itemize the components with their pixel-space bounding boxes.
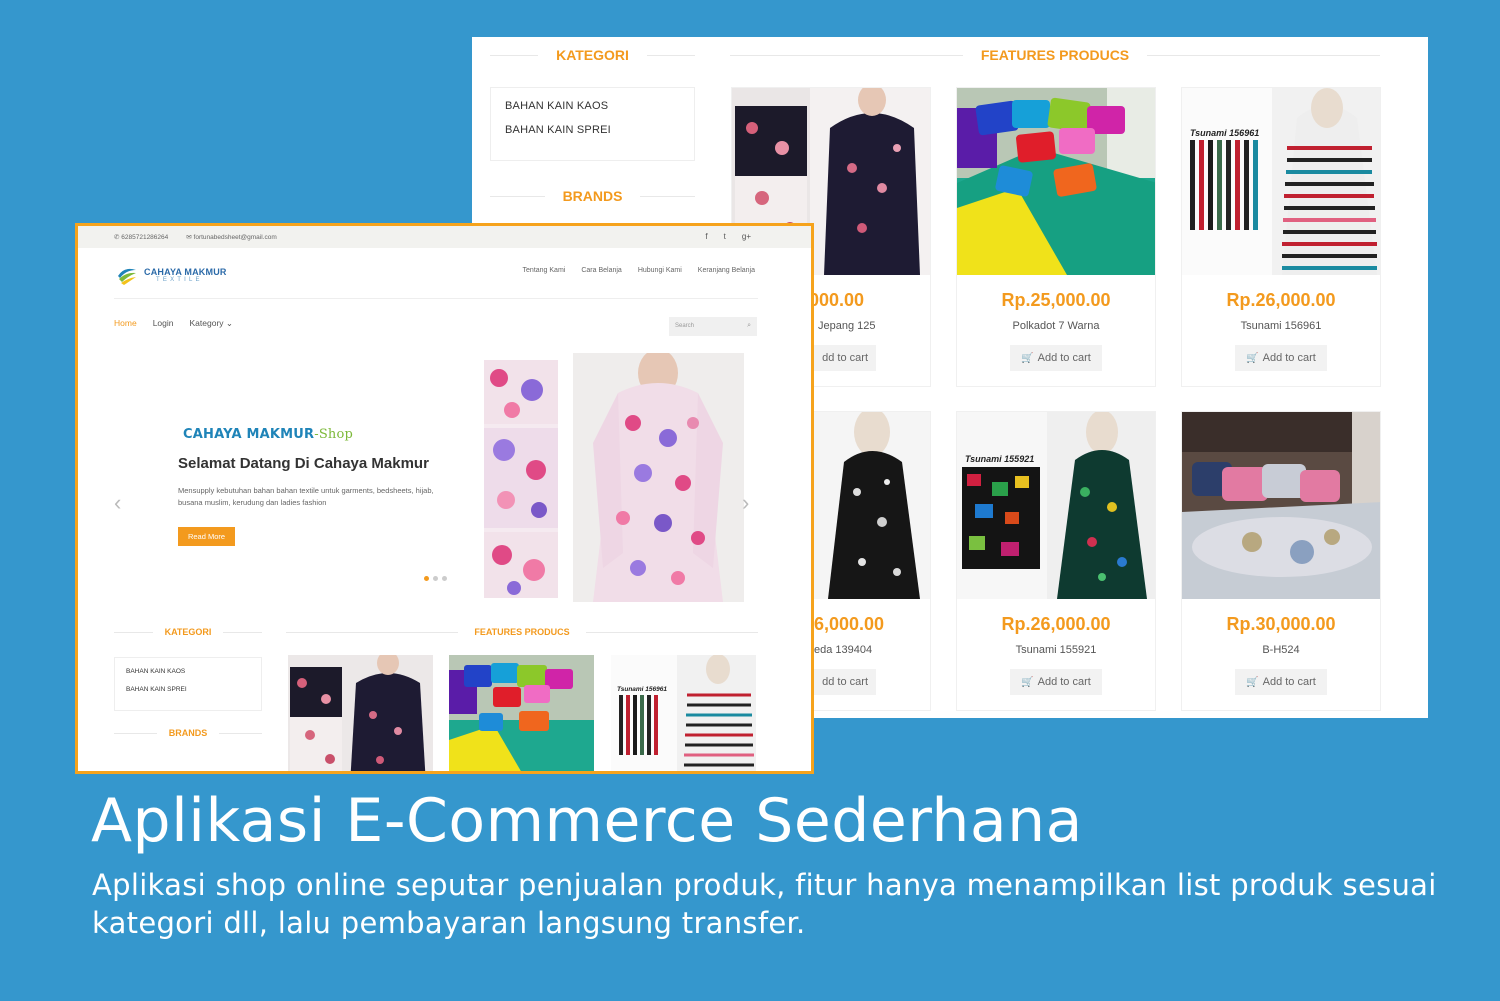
kategori-item[interactable]: BAHAN KAIN SPREI [505,124,680,136]
top-links: Tentang Kami Cara Belanja Hubungi Kami K… [523,267,755,274]
product-name: Polkadot 7 Warna [1012,320,1100,332]
search-icon[interactable]: ⌕ [747,322,751,330]
kategori-list: BAHAN KAIN KAOS BAHAN KAIN SPREI [490,87,695,161]
caption-subtitle: Aplikasi shop online seputar penjualan p… [92,868,1437,940]
top-bar: ✆ 6285721286264 ✉ fortunabedsheet@gmail.… [78,226,811,248]
product-image[interactable] [957,88,1155,275]
kategori-heading: KATEGORI [490,47,696,63]
nav-home[interactable]: Home [114,318,137,329]
phone-info: ✆ 6285721286264 [114,234,169,241]
email-info: ✉ fortunabedsheet@gmail.com [186,234,277,241]
product-price: Rp.25,000.00 [1001,290,1111,310]
add-to-cart-button[interactable]: 🛒 Add to cart [1010,669,1102,695]
product-name: Tsunami 156961 [1240,320,1322,332]
product-thumbnail[interactable]: Tsunami 156961 [611,655,756,771]
carousel-dot[interactable] [424,576,429,581]
logo-icon [116,264,138,286]
hero-fabric-image [484,360,558,603]
kategori-item[interactable]: BAHAN KAIN KAOS [505,100,680,112]
hero-description: Mensupply kebutuhan bahan bahan textile … [178,486,434,507]
hero-title: Selamat Datang Di Cahaya Makmur [178,455,429,472]
kategori-list: BAHAN KAIN KAOS BAHAN KAIN SPREI [114,657,262,711]
carousel-dot[interactable] [442,576,447,581]
product-label: Tsunami 156961 [1190,128,1259,138]
cart-icon: 🛒 [1021,353,1034,364]
brands-heading: BRANDS [490,188,696,204]
hero-brand: CAHAYA MAKMUR-Shop [183,427,354,442]
product-price: 0,000.00 [794,290,865,310]
header-divider [114,298,758,299]
product-image[interactable]: Tsunami 155921 [957,412,1155,599]
product-card[interactable]: Rp.30,000.00 B-H524 🛒 Add to cart [1181,411,1381,711]
link-hubungi-kami[interactable]: Hubungi Kami [638,267,682,274]
link-tentang-kami[interactable]: Tentang Kami [523,267,566,274]
nav-kategory[interactable]: Kategory ⌄ [190,318,234,329]
product-image[interactable]: Tsunami 156961 [1182,88,1380,275]
cart-icon: 🛒 [1246,677,1259,688]
product-name: B-H524 [1262,644,1300,656]
read-more-button[interactable]: Read More [178,527,235,546]
product-thumbnail[interactable] [288,655,433,771]
front-screenshot: ✆ 6285721286264 ✉ fortunabedsheet@gmail.… [75,223,814,774]
add-to-cart-button[interactable]: 🛒 Add to cart [1235,345,1327,371]
logo-name: CAHAYA MAKMUR [144,267,227,277]
product-card[interactable]: Rp.25,000.00 Polkadot 7 Warna 🛒 Add to ca… [956,87,1156,387]
hero-model-image [573,349,744,607]
carousel-next-arrow[interactable]: › [742,490,749,516]
caption-title: Aplikasi E-Commerce Sederhana [91,786,1083,856]
product-card[interactable]: Tsunami 156961 Rp.26,000.00 Tsunami 1569… [1181,87,1381,387]
kategori-item[interactable]: BAHAN KAIN KAOS [126,668,250,675]
add-to-cart-button[interactable]: 🛒 Add to cart [1235,669,1327,695]
mail-icon: ✉ [186,234,192,241]
product-image[interactable] [1182,412,1380,599]
brands-heading: BRANDS [114,728,263,738]
product-name: Tsunami 155921 [1015,644,1097,656]
facebook-icon[interactable]: f [705,232,707,241]
features-heading: FEATURES PRODUCS [286,627,758,637]
cart-icon: 🛒 [1021,677,1034,688]
nav-login[interactable]: Login [153,318,174,329]
search-input[interactable]: Search ⌕ [669,317,757,336]
product-thumbnail[interactable] [449,655,594,771]
link-cara-belanja[interactable]: Cara Belanja [581,267,621,274]
twitter-icon[interactable]: t [724,232,726,241]
carousel-dot[interactable] [433,576,438,581]
features-heading: FEATURES PRODUCS [730,47,1380,63]
carousel-prev-arrow[interactable]: ‹ [114,490,121,516]
site-logo[interactable]: CAHAYA MAKMUR TEXTILE [116,264,227,286]
carousel-dots [424,576,447,581]
product-card[interactable]: Tsunami 155921 Rp.26,000.00 Tsunami 1559… [956,411,1156,711]
cart-icon: 🛒 [1246,353,1259,364]
link-keranjang-belanja[interactable]: Keranjang Belanja [698,267,755,274]
main-nav: Home Login Kategory ⌄ [114,318,233,329]
kategori-heading: KATEGORI [114,627,262,637]
product-price: Rp.26,000.00 [1226,290,1336,310]
add-to-cart-button[interactable]: 🛒 Add to cart [1010,345,1102,371]
product-price: Rp.30,000.00 [1226,614,1336,634]
social-links: f t g+ [705,232,751,241]
chevron-down-icon: ⌄ [225,318,234,328]
product-label: Tsunami 156961 [617,686,667,693]
phone-icon: ✆ [114,234,120,241]
logo-subtitle: TEXTILE [156,277,203,283]
product-price: Rp.26,000.00 [1001,614,1111,634]
kategori-item[interactable]: BAHAN KAIN SPREI [126,686,250,693]
google-plus-icon[interactable]: g+ [742,232,751,241]
product-label: Tsunami 155921 [965,454,1034,464]
